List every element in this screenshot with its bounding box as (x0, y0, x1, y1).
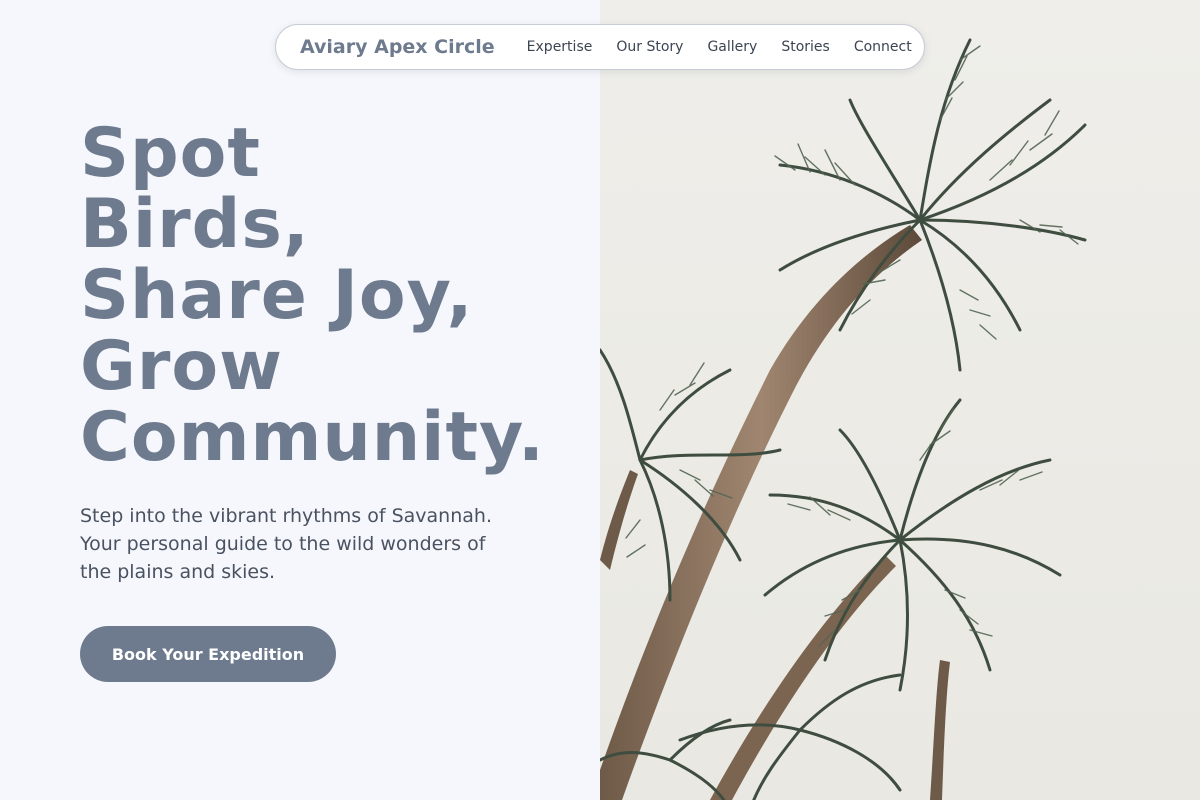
hero-subtitle-line: Step into the vibrant rhythms of Savanna… (80, 505, 492, 527)
hero-subtitle-line: Your personal guide to the wild wonders … (80, 533, 486, 555)
nav-link-stories[interactable]: Stories (781, 39, 830, 55)
hero-subtitle-line: the plains and skies. (80, 561, 276, 583)
book-expedition-button[interactable]: Book Your Expedition (80, 626, 336, 682)
nav-links: Expertise Our Story Gallery Stories Conn… (527, 39, 912, 55)
top-navbar: Aviary Apex Circle Expertise Our Story G… (275, 24, 925, 70)
hero-title-line: Birds, (80, 185, 310, 264)
nav-link-connect[interactable]: Connect (854, 39, 912, 55)
nav-link-gallery[interactable]: Gallery (707, 39, 757, 55)
hero-title-line: Community. (80, 398, 545, 477)
hero-title-line: Grow (80, 327, 283, 406)
brand-logo-text[interactable]: Aviary Apex Circle (300, 36, 495, 58)
nav-link-expertise[interactable]: Expertise (527, 39, 593, 55)
hero-title: Spot Birds, Share Joy, Grow Community. (80, 118, 600, 473)
hero-subtitle: Step into the vibrant rhythms of Savanna… (80, 502, 530, 586)
hero-title-line: Share Joy, (80, 256, 474, 335)
hero-title-line: Spot (80, 114, 261, 193)
nav-link-our-story[interactable]: Our Story (616, 39, 683, 55)
palm-trees-photo (600, 0, 1200, 800)
